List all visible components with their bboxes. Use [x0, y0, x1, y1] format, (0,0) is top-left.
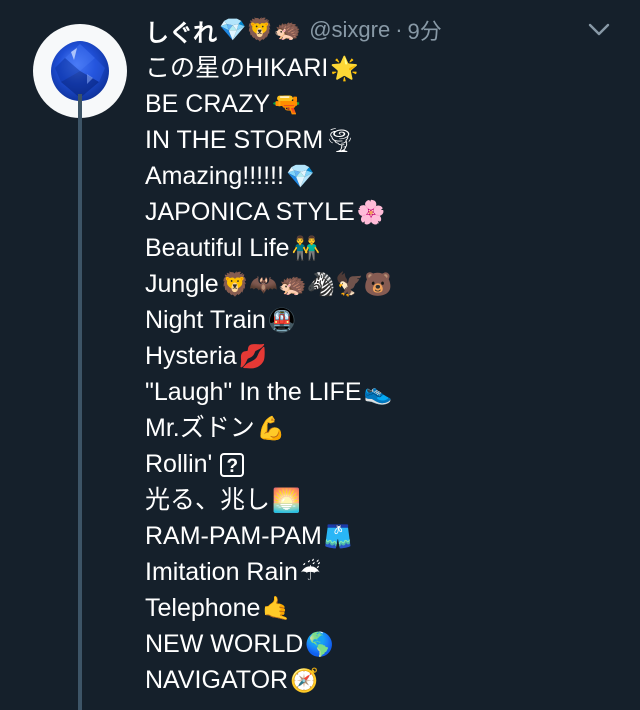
star-icon: 🌟	[330, 56, 359, 82]
call-me-hand-icon: 🤙	[262, 596, 292, 622]
sneaker-icon: 👟	[363, 380, 393, 406]
tweet-line: 光る、兆し🌅	[145, 486, 301, 514]
tweet-line: Beautiful Life👬	[145, 234, 321, 262]
water-pistol-icon: 🔫	[272, 92, 301, 118]
animals-icons: 🦁🦇🦔🦓🦅🐻	[220, 272, 393, 298]
tweet-line: NAVIGATOR🧭	[145, 666, 319, 694]
tweet-text: この星のHIKARI🌟 BE CRAZY🔫 IN THE STORM🌪 Amaz…	[145, 50, 393, 698]
timestamp[interactable]: 9分	[408, 14, 442, 46]
tweet-line: Night Train🚇	[145, 306, 297, 334]
tweet-line: JAPONICA STYLE🌸	[145, 198, 386, 226]
tweet-line: Mr.ズドン💪	[145, 414, 286, 442]
question-box-icon: ?	[220, 453, 245, 478]
metro-train-icon: 🚇	[267, 308, 297, 334]
sunrise-icon: 🌅	[272, 488, 301, 514]
compass-icon: 🧭	[290, 668, 319, 694]
tweet-line: BE CRAZY🔫	[145, 90, 301, 118]
flexed-biceps-icon: 💪	[256, 416, 286, 442]
display-name[interactable]: しぐれ	[145, 13, 217, 48]
cherry-blossom-icon: 🌸	[356, 200, 386, 226]
tweet-line: Hysteria💋	[145, 342, 268, 370]
name-emoji: 💎🦁🦔	[219, 17, 302, 42]
tweet-line: Imitation Rain☔	[145, 558, 321, 586]
tweet-line: RAM-PAM-PAM🩳	[145, 522, 353, 550]
tweet-line: IN THE STORM🌪	[145, 126, 355, 154]
umbrella-rain-icon: ☔	[299, 560, 321, 586]
tweet-line: この星のHIKARI🌟	[145, 54, 359, 82]
tweet-line: Telephone🤙	[145, 594, 292, 622]
tweet-line: "Laugh" In the LIFE👟	[145, 378, 393, 406]
tweet-line: Rollin'?	[145, 446, 393, 482]
separator-dot: ·	[395, 17, 403, 42]
two-men-holding-hands-icon: 👬	[291, 236, 321, 262]
tweet-header: しぐれ 💎🦁🦔 @sixgre · 9分	[145, 12, 442, 48]
tweet-line: NEW WORLD🌎	[145, 630, 334, 658]
globe-icon: 🌎	[305, 632, 334, 658]
thread-line	[78, 94, 82, 710]
gem-icon: 💎	[285, 164, 315, 190]
tweet-line: Amazing!!!!!!💎	[145, 162, 315, 190]
tweet[interactable]: しぐれ 💎🦁🦔 @sixgre · 9分 この星のHIKARI🌟 BE CRAZ…	[0, 0, 640, 710]
chevron-down-icon[interactable]	[586, 18, 612, 40]
shorts-icon: 🩳	[323, 524, 353, 550]
tornado-icon: 🌪	[325, 128, 355, 154]
user-handle[interactable]: @sixgre	[309, 17, 390, 43]
kiss-mark-icon: 💋	[238, 344, 268, 370]
tweet-line: Jungle🦁🦇🦔🦓🦅🐻	[145, 270, 393, 298]
